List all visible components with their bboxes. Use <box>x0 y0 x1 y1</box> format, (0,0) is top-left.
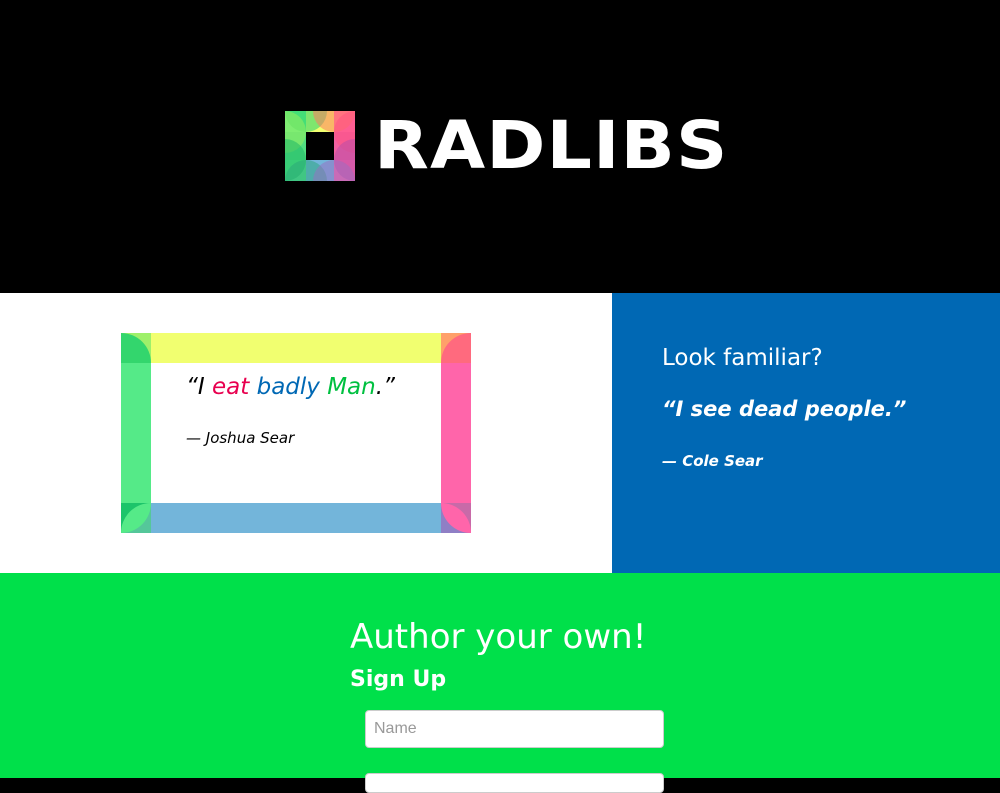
original-attribution: — Cole Sear <box>662 452 763 470</box>
name-field[interactable] <box>365 710 664 748</box>
familiar-panel: Look familiar? “I see dead people.” — Co… <box>612 293 1000 573</box>
card-frame-graphic <box>121 333 471 533</box>
original-quote: “I see dead people.” <box>662 397 907 421</box>
example-radlib-card: “I eat badly Man.” — Joshua Sear <box>121 333 471 533</box>
familiar-heading: Look familiar? <box>662 345 823 371</box>
example-attribution: — Joshua Sear <box>186 429 295 447</box>
example-radlib-quote: “I eat badly Man.” <box>186 374 395 400</box>
filled-word-adverb: badly <box>256 374 320 400</box>
filled-word-verb: eat <box>212 374 250 400</box>
word-space <box>249 374 256 400</box>
brand-name[interactable]: RADLIBS <box>374 108 728 184</box>
next-form-field[interactable] <box>365 773 664 793</box>
logo-frame-graphic <box>285 111 355 181</box>
author-heading: Author your own! <box>350 617 647 657</box>
filled-word-noun: Man <box>327 374 376 400</box>
example-section: “I eat badly Man.” — Joshua Sear Look fa… <box>0 293 1000 573</box>
quote-open: “I <box>186 374 213 400</box>
example-card-panel: “I eat badly Man.” — Joshua Sear <box>0 293 612 573</box>
site-header: RADLIBS <box>0 0 1000 293</box>
radlibs-logo-icon[interactable] <box>285 111 355 181</box>
signup-section: Author your own! Sign Up <box>0 573 1000 793</box>
quote-close: .” <box>375 374 395 400</box>
signup-heading: Sign Up <box>350 667 447 692</box>
